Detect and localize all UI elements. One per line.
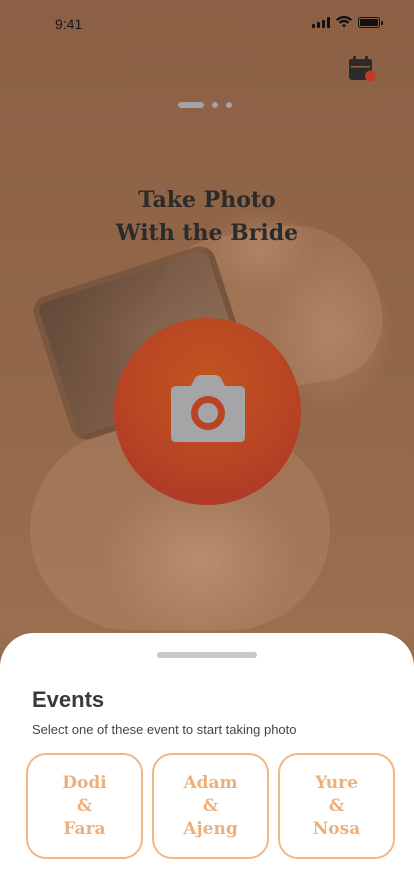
title-line-2: With the Bride [115, 220, 299, 246]
calendar-button[interactable] [348, 55, 376, 83]
event-ampersand: & [328, 795, 345, 816]
camera-icon [171, 375, 245, 442]
notification-badge [365, 70, 376, 82]
photo-screen: 9:41 Take Photo With the Bride Events Se… [0, 0, 414, 896]
battery-icon [358, 16, 383, 28]
event-name-2: Fara [63, 818, 106, 839]
event-ampersand: & [202, 795, 219, 816]
take-photo-button[interactable] [114, 318, 301, 505]
event-card-adam-ajeng[interactable]: Adam & Ajeng [152, 753, 269, 859]
event-name-2: Nosa [312, 818, 361, 839]
event-card-dodi-fara[interactable]: Dodi & Fara [26, 753, 143, 859]
event-name-2: Ajeng [183, 818, 238, 839]
page-title: Take Photo With the Bride [0, 184, 414, 250]
page-dot-active[interactable] [178, 102, 204, 108]
sheet-drag-handle[interactable] [157, 652, 257, 658]
page-dot[interactable] [226, 102, 232, 108]
event-name-1: Adam [183, 772, 238, 793]
status-icons [312, 16, 383, 28]
calendar-icon [349, 56, 376, 82]
event-name-1: Dodi [62, 772, 107, 793]
status-bar: 9:41 [0, 0, 414, 44]
event-list: Dodi & Fara Adam & Ajeng Yure & Nosa [26, 753, 395, 859]
event-name-1: Yure [315, 772, 358, 793]
status-time: 9:41 [55, 16, 83, 32]
event-card-yure-nosa[interactable]: Yure & Nosa [278, 753, 395, 859]
title-line-1: Take Photo [138, 187, 276, 213]
sheet-subtitle: Select one of these event to start takin… [32, 722, 297, 737]
page-dot[interactable] [212, 102, 218, 108]
signal-icon [312, 16, 330, 28]
event-ampersand: & [76, 795, 93, 816]
page-indicator [178, 102, 232, 108]
sheet-title: Events [32, 687, 105, 712]
wifi-icon [336, 16, 352, 28]
events-bottom-sheet: Events Select one of these event to star… [0, 633, 414, 896]
